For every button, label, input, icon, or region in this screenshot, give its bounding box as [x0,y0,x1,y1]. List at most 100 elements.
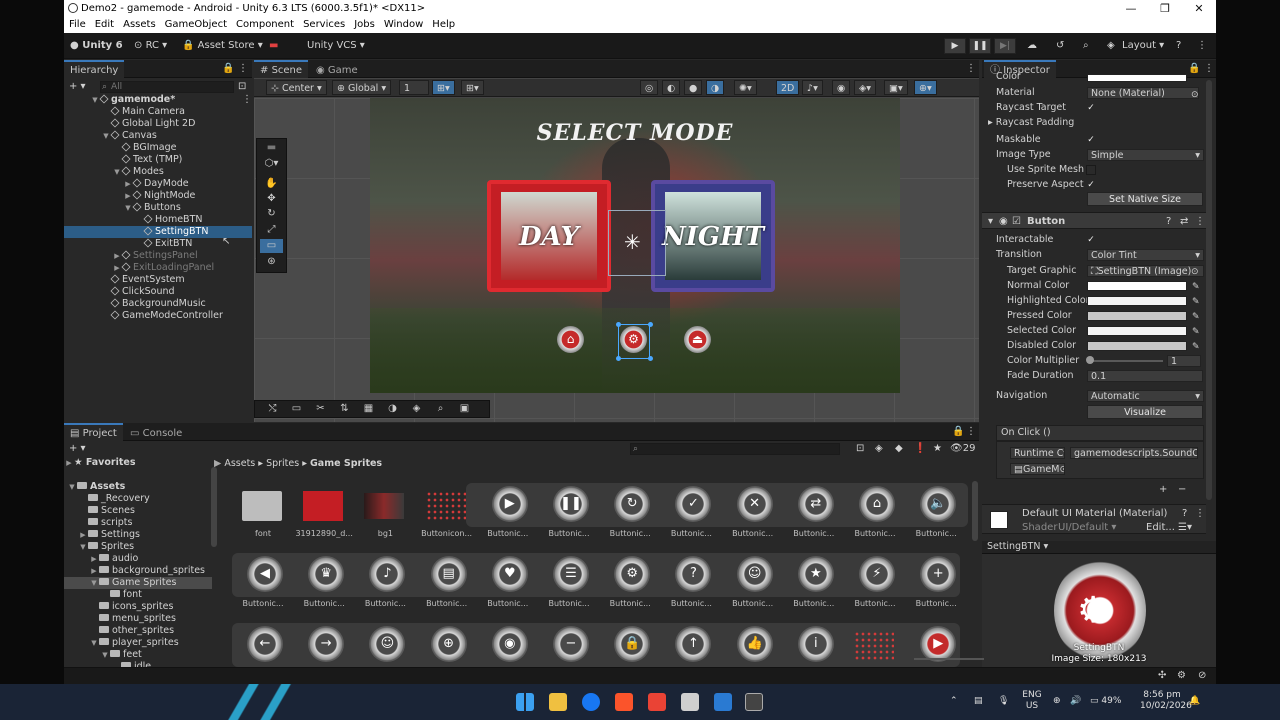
menu-jobs[interactable]: Jobs [354,17,375,33]
maskable-checkbox[interactable]: ✓ [1086,135,1096,145]
folder-item[interactable]: ▼ Game Sprites [64,577,212,589]
tab-scene[interactable]: # Scene [254,60,309,78]
material-menu-icon[interactable]: ⋮ [1195,506,1205,522]
edit-shader-button[interactable]: Edit... [1146,522,1175,534]
search-by-label-icon[interactable]: ◈ [875,441,883,457]
object-picker-icon[interactable]: ⊙ [1191,87,1199,103]
tab-console[interactable]: ▭ Console [124,423,188,441]
hierarchy-item[interactable]: Text (TMP) [64,154,252,166]
asset-store-button[interactable]: 🔒 Asset Store ▾ [182,38,263,54]
visualize-button[interactable]: Visualize [1087,405,1203,419]
shaded-icon[interactable]: ● [684,80,703,95]
effects-icon[interactable]: ✺▾ [734,80,757,95]
tab-hierarchy[interactable]: Hierarchy [64,60,125,78]
asset-item[interactable] [844,625,906,667]
cloud-icon[interactable]: ☁ [1027,38,1037,54]
asset-item[interactable]: ◀ Buttonic... [232,555,294,613]
foldout-arrow-icon[interactable]: ▼ [101,130,111,142]
hand-tool-icon[interactable]: ✋ [260,177,283,191]
tray-chevron-icon[interactable]: ⌃ [950,696,958,707]
folder-item[interactable]: menu_sprites [64,613,212,625]
brave-icon[interactable] [615,693,633,711]
folder-item[interactable]: ▼ feet [64,649,212,661]
hierarchy-item[interactable]: ▶ ExitLoadingPanel [64,262,252,274]
move-tool-icon[interactable]: ✥ [260,192,283,206]
visibility-icon[interactable]: ◉ [832,80,851,95]
hierarchy-item[interactable]: ▶ NightMode [64,190,252,202]
search-by-type-icon[interactable]: ⊡ [856,441,864,457]
exit-button-sprite[interactable]: ⏏ [684,326,711,353]
menu-window[interactable]: Window [384,17,423,33]
folder-item[interactable]: ▶ background_sprites [64,565,212,577]
asset-item[interactable]: ♥ Buttonic... [477,555,539,613]
folder-item[interactable]: icons_sprites [64,601,212,613]
rect-handle[interactable] [616,322,621,327]
selected-color-field[interactable] [1087,326,1187,336]
hierarchy-item[interactable]: HomeBTN [64,214,252,226]
button-enabled-checkbox[interactable]: ☑ [1012,214,1021,230]
eyedropper-icon[interactable]: ✎ [1192,279,1200,295]
hierarchy-item[interactable]: ▼ Buttons [64,202,252,214]
hierarchy-item[interactable]: EventSystem [64,274,252,286]
interactable-checkbox[interactable]: ✓ [1086,235,1096,245]
component-preset-icon[interactable]: ⇄ [1180,214,1188,230]
hierarchy-item[interactable]: ▼ Modes [64,166,252,178]
folder-item[interactable]: ▼ Sprites [64,541,212,553]
inspector-lock-icon[interactable]: 🔒 [1188,61,1200,77]
asset-item[interactable]: ☰ Buttonic... [538,555,600,613]
lock-icon[interactable]: 🔒 [222,61,234,77]
hierarchy-item[interactable]: BGImage [64,142,252,154]
asset-item[interactable]: ◉ [477,625,539,667]
facebook-icon[interactable] [582,693,600,711]
overlay-layer-icon[interactable]: ◈ [405,402,428,416]
mode-2d-button[interactable]: 2D [776,80,800,95]
hierarchy-item[interactable]: ▼ gamemode* [64,94,252,106]
hierarchy-search-input[interactable] [100,81,234,93]
raycast-padding-foldout[interactable]: ▸ Raycast Padding [988,116,1074,130]
pivot-dropdown[interactable]: ⊹ Center ▾ [266,80,327,95]
battery-indicator[interactable]: ▭ 49% [1090,696,1121,707]
button-component-header[interactable]: ▾ ◉ ☑ Button ? ⇄ ⋮ [982,212,1206,229]
folder-tree-scrollbar[interactable] [211,467,217,547]
unity-account-button[interactable]: ● Unity 6 [70,38,123,54]
asset-item[interactable]: ✕ Buttonic... [722,485,784,543]
foldout-arrow-icon[interactable]: ▶ [123,190,133,202]
object-picker-icon[interactable]: ⊙ [1191,264,1199,280]
pause-button[interactable]: ❚❚ [969,38,991,54]
tab-game[interactable]: ◉ Game [310,60,364,78]
transition-dropdown[interactable]: Color Tint ▾ [1087,249,1204,261]
add-event-button[interactable]: + [1159,482,1167,498]
project-menu-icon[interactable]: ⋮ [966,424,976,440]
asset-item[interactable]: 🔈 Buttonic... [905,485,967,543]
overlay-circle-icon[interactable]: ◑ [381,402,404,416]
scene-viewport[interactable]: SELECT MODE DAY NIGHT ✳ ⌂ ⚙ ⏏ ▬ ⬡▾ ✋ ✥ ↻… [254,98,979,422]
hierarchy-item[interactable]: ▶ SettingsPanel [64,250,252,262]
transform-tool-icon[interactable]: ⊛ [260,255,283,269]
gmail-icon[interactable] [648,693,666,711]
foldout-arrow-icon[interactable]: ▶ [78,529,88,541]
component-menu-icon[interactable]: ⋮ [1195,214,1205,230]
asset-item[interactable]: ⚙ Buttonic... [599,555,661,613]
material-help-icon[interactable]: ? [1182,506,1187,522]
selection-rect[interactable] [618,324,650,359]
asset-item[interactable]: → [293,625,355,667]
function-dropdown[interactable]: gamemodescripts.SoundC▾ [1070,447,1198,459]
breadcrumb-sprites[interactable]: Sprites [266,458,299,469]
record-icon[interactable]: ▬ [269,38,278,54]
favorite-icon[interactable]: ★ [933,441,942,457]
pivot-gizmo-icon[interactable]: ✳ [624,232,641,252]
rect-handle[interactable] [616,356,621,361]
foldout-arrow-icon[interactable]: ▶ [112,262,122,274]
highlighted-color-field[interactable] [1087,296,1187,306]
asset-item[interactable]: ← [232,625,294,667]
volume-icon[interactable]: 🔊 [1070,696,1081,707]
menu-services[interactable]: Services [303,17,345,33]
event-object-field[interactable]: ▤GameM⊙ [1010,463,1065,475]
inspector-scrollbar[interactable] [1206,80,1212,500]
grid-snap-icon[interactable]: ⊞▾ [432,80,455,95]
slider-handle[interactable] [1086,356,1094,364]
asset-item[interactable]: ↑ [660,625,722,667]
favorites-foldout[interactable]: ▶ ★ Favorites [64,457,212,469]
asset-item[interactable]: bg1 [354,485,416,543]
night-mode-card[interactable]: NIGHT [651,180,775,292]
